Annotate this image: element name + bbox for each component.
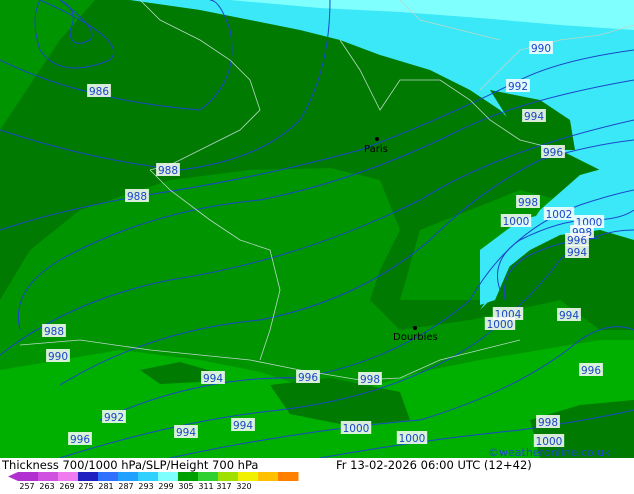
legend-tick-label: 263: [39, 482, 54, 490]
legend-tick-label: 257: [19, 482, 34, 490]
valid-time: Fr 13-02-2026 06:00 UTC (12+42): [336, 458, 532, 472]
isobar-label: 994: [203, 373, 223, 385]
legend-swatch: [238, 472, 259, 481]
legend-tick-label: 293: [138, 482, 153, 490]
isobar-label: 996: [70, 434, 90, 446]
isobar-label: 998: [360, 374, 380, 386]
legend-swatch: [58, 472, 79, 481]
isobar-label: 994: [567, 247, 587, 259]
legend-swatch: [38, 472, 59, 481]
legend-tick-label: 320: [236, 482, 251, 490]
legend-tick-label: 299: [158, 482, 173, 490]
legend-ticks: 257 263 269 275 281 287 293 299 305 311317 320: [19, 482, 251, 490]
legend-swatch: [218, 472, 239, 481]
isobar-label: 990: [48, 351, 68, 363]
legend-swatch: [18, 472, 39, 481]
legend-tick-label: 311: [198, 482, 213, 490]
isobar-label: 1000: [487, 319, 514, 331]
legend-tick-label: 305: [178, 482, 193, 490]
legend-tick-label: 269: [59, 482, 74, 490]
isobar-label: 992: [508, 81, 528, 93]
legend-tick-label: 275: [78, 482, 93, 490]
isobar-label: 998: [538, 417, 558, 429]
city-marker-dourbies: [413, 326, 417, 330]
city-label-paris: Paris: [364, 144, 388, 155]
isobar-label: 996: [581, 365, 601, 377]
legend-swatch: [258, 472, 279, 481]
isobar-label: 1000: [503, 216, 530, 228]
isobar-label: 994: [559, 310, 579, 322]
isobar-label: 1000: [399, 433, 426, 445]
city-marker-paris: [375, 137, 379, 141]
isobar-label: 986: [89, 86, 109, 98]
isobar-label: 1002: [546, 209, 573, 221]
city-label-dourbies: Dourbies: [393, 332, 438, 343]
isobar-label: 994: [524, 111, 544, 123]
isobar-label: 998: [518, 197, 538, 209]
legend-swatch: [158, 472, 179, 481]
isobar-label: 988: [127, 191, 147, 203]
isobar-label: 988: [158, 165, 178, 177]
legend-tick-label: 281: [98, 482, 113, 490]
weather-map: Paris Dourbies 990 992 994 996 986 988 988 998 1…: [0, 0, 634, 458]
legend-arrow-left: [8, 472, 18, 481]
legend-swatch: [278, 472, 299, 481]
legend-swatch: [178, 472, 199, 481]
isobar-label: 996: [298, 372, 318, 384]
isobar-label: 994: [176, 427, 196, 439]
isobar-label: 988: [44, 326, 64, 338]
legend-tick-label: 317: [216, 482, 231, 490]
legend-swatch: [78, 472, 99, 481]
footer: Thickness 700/1000 hPa/SLP/Height 700 hP…: [0, 458, 634, 490]
footer-graphics: Thickness 700/1000 hPa/SLP/Height 700 hP…: [0, 458, 634, 490]
isobar-label: 992: [104, 412, 124, 424]
isobar-label: 990: [531, 43, 551, 55]
legend-swatch: [198, 472, 219, 481]
credit-text: ©weatheronline.co.uk: [488, 446, 610, 459]
isobar-label: 994: [233, 420, 253, 432]
isobar-label: 1000: [343, 423, 370, 435]
color-legend: [8, 472, 299, 481]
legend-tick-label: 287: [118, 482, 133, 490]
legend-swatch: [98, 472, 119, 481]
legend-swatch: [138, 472, 159, 481]
legend-swatch: [118, 472, 139, 481]
isobar-label: 996: [543, 147, 563, 159]
map-title: Thickness 700/1000 hPa/SLP/Height 700 hP…: [1, 458, 258, 472]
